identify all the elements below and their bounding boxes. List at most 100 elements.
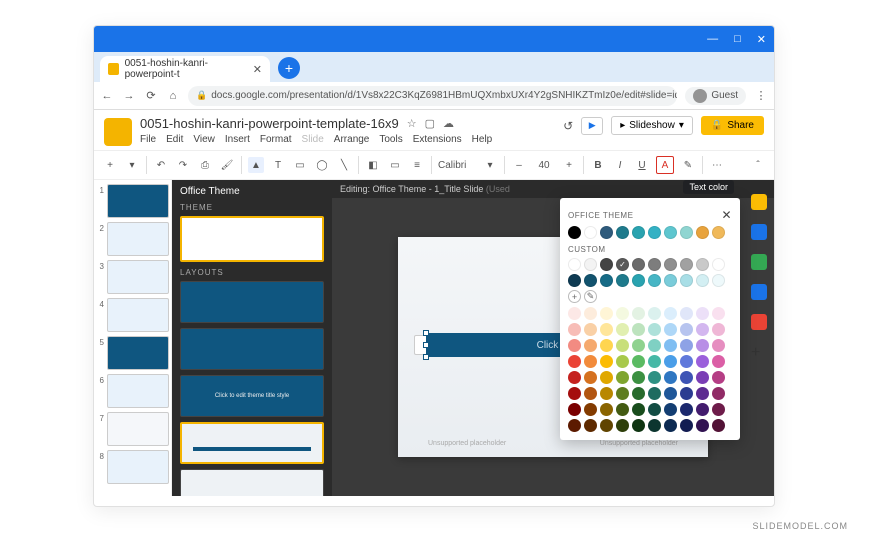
- color-swatch[interactable]: [568, 274, 581, 287]
- nav-forward-button[interactable]: →: [122, 90, 136, 102]
- color-swatch[interactable]: [680, 403, 693, 416]
- color-swatch[interactable]: [600, 403, 613, 416]
- browser-menu-button[interactable]: ⋮: [754, 89, 768, 102]
- layout-card-1[interactable]: [180, 281, 324, 323]
- color-swatch[interactable]: [648, 274, 661, 287]
- layout-card-5[interactable]: [180, 469, 324, 496]
- color-swatch[interactable]: [680, 307, 693, 320]
- color-swatch[interactable]: [632, 419, 645, 432]
- meet-button[interactable]: ▶: [581, 117, 603, 135]
- menu-help[interactable]: Help: [472, 134, 493, 145]
- nav-back-button[interactable]: ←: [100, 90, 114, 102]
- nav-home-button[interactable]: ⌂: [166, 90, 180, 102]
- tasks-icon[interactable]: [751, 254, 767, 270]
- slide-canvas[interactable]: Click to Unsupported placeholder Unsuppo…: [332, 198, 774, 496]
- color-swatch[interactable]: [712, 258, 725, 271]
- color-swatch[interactable]: [584, 403, 597, 416]
- color-swatch[interactable]: [568, 403, 581, 416]
- color-swatch[interactable]: [664, 226, 677, 239]
- color-swatch[interactable]: [696, 323, 709, 336]
- window-maximize-button[interactable]: □: [734, 33, 741, 45]
- select-tool[interactable]: ▲: [248, 157, 264, 173]
- color-swatch[interactable]: [648, 323, 661, 336]
- color-swatch[interactable]: [632, 226, 645, 239]
- color-swatch[interactable]: [632, 355, 645, 368]
- font-family-select[interactable]: Calibri: [438, 160, 476, 171]
- color-swatch[interactable]: [680, 339, 693, 352]
- thumbnail-5[interactable]: 5: [96, 336, 169, 370]
- shape-tool[interactable]: ◯: [314, 157, 330, 173]
- color-swatch[interactable]: [584, 419, 597, 432]
- color-swatch[interactable]: [632, 403, 645, 416]
- thumbnail-7[interactable]: 7: [96, 412, 169, 446]
- menu-insert[interactable]: Insert: [225, 134, 250, 145]
- color-swatch[interactable]: [664, 403, 677, 416]
- color-swatch[interactable]: [632, 258, 645, 271]
- color-swatch[interactable]: [696, 274, 709, 287]
- color-swatch[interactable]: [616, 307, 629, 320]
- color-swatch[interactable]: [568, 419, 581, 432]
- url-input[interactable]: 🔒 docs.google.com/presentation/d/1Vs8x22…: [188, 86, 677, 106]
- color-swatch[interactable]: [616, 355, 629, 368]
- color-swatch[interactable]: [696, 403, 709, 416]
- share-button[interactable]: 🔒 Share: [701, 116, 764, 135]
- color-swatch[interactable]: [648, 258, 661, 271]
- color-swatch[interactable]: [696, 339, 709, 352]
- menu-tools[interactable]: Tools: [379, 134, 402, 145]
- undo-button[interactable]: ↶: [153, 157, 169, 173]
- menu-arrange[interactable]: Arrange: [334, 134, 370, 145]
- theme-master-card[interactable]: [180, 216, 324, 262]
- thumbnail-1[interactable]: 1: [96, 184, 169, 218]
- tab-close-button[interactable]: ✕: [253, 63, 262, 76]
- color-swatch[interactable]: [600, 274, 613, 287]
- color-swatch[interactable]: [664, 371, 677, 384]
- color-swatch[interactable]: [696, 387, 709, 400]
- color-swatch[interactable]: [600, 387, 613, 400]
- border-weight-button[interactable]: ≡: [409, 157, 425, 173]
- color-swatch[interactable]: [664, 355, 677, 368]
- bold-button[interactable]: B: [590, 157, 606, 173]
- color-swatch[interactable]: [648, 355, 661, 368]
- layout-card-2[interactable]: [180, 328, 324, 370]
- color-picker-button[interactable]: ✎: [584, 290, 597, 303]
- color-swatch[interactable]: [632, 323, 645, 336]
- color-swatch[interactable]: [648, 403, 661, 416]
- slideshow-caret[interactable]: ▾: [679, 120, 684, 131]
- text-color-button[interactable]: A: [656, 156, 674, 174]
- color-swatch[interactable]: [680, 387, 693, 400]
- color-swatch[interactable]: [680, 323, 693, 336]
- color-swatch[interactable]: [712, 323, 725, 336]
- color-swatch[interactable]: [600, 355, 613, 368]
- image-tool[interactable]: ▭: [292, 157, 308, 173]
- redo-button[interactable]: ↷: [175, 157, 191, 173]
- paint-format-button[interactable]: 🖌: [219, 157, 235, 173]
- contacts-icon[interactable]: [751, 284, 767, 300]
- color-swatch[interactable]: [664, 387, 677, 400]
- color-swatch[interactable]: [648, 387, 661, 400]
- color-swatch[interactable]: [664, 307, 677, 320]
- color-swatch[interactable]: [616, 258, 629, 271]
- menu-edit[interactable]: Edit: [166, 134, 183, 145]
- star-button[interactable]: ☆: [407, 117, 417, 130]
- color-swatch[interactable]: [696, 371, 709, 384]
- color-swatch[interactable]: [664, 323, 677, 336]
- color-swatch[interactable]: [712, 307, 725, 320]
- layout-card-3[interactable]: Click to edit theme title style: [180, 375, 324, 417]
- add-on-plus-icon[interactable]: +: [751, 344, 767, 360]
- color-swatch[interactable]: [712, 274, 725, 287]
- color-swatch[interactable]: [632, 371, 645, 384]
- font-size-input[interactable]: 40: [533, 160, 555, 171]
- color-swatch[interactable]: [584, 274, 597, 287]
- window-minimize-button[interactable]: —: [707, 33, 718, 45]
- profile-chip[interactable]: Guest: [685, 87, 746, 105]
- font-family-caret[interactable]: ▾: [482, 157, 498, 173]
- color-swatch[interactable]: [712, 403, 725, 416]
- color-swatch[interactable]: [696, 419, 709, 432]
- color-swatch[interactable]: [680, 274, 693, 287]
- window-close-button[interactable]: ✕: [757, 33, 766, 46]
- color-swatch[interactable]: [600, 323, 613, 336]
- color-swatch[interactable]: [632, 339, 645, 352]
- color-swatch[interactable]: [712, 387, 725, 400]
- color-swatch[interactable]: [600, 307, 613, 320]
- calendar-icon[interactable]: [751, 194, 767, 210]
